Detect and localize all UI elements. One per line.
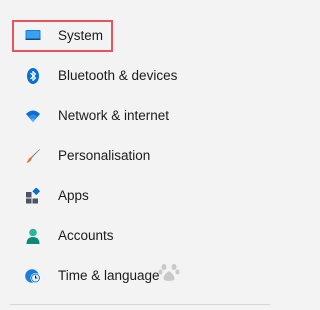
nav-item-label: System (58, 28, 104, 43)
divider (10, 304, 270, 305)
person-icon (26, 228, 40, 244)
nav-item-label: Personalisation (58, 148, 151, 163)
nav-item-label: Apps (58, 188, 89, 203)
nav-item-label: Accounts (58, 228, 114, 243)
brush-icon (26, 149, 40, 163)
clock-globe-icon (25, 269, 41, 283)
nav-item-label: Bluetooth & devices (58, 68, 178, 83)
bluetooth-icon (27, 68, 39, 84)
nav-item-time-language[interactable]: Time & language (0, 256, 280, 296)
nav-item-label: Time & language (58, 268, 160, 283)
nav-item-system[interactable]: System (0, 16, 280, 56)
nav-item-personalisation[interactable]: Personalisation (0, 136, 280, 176)
nav-item-label: Network & internet (58, 108, 170, 123)
nav-item-apps[interactable]: Apps (0, 176, 280, 216)
nav-item-accounts[interactable]: Accounts (0, 216, 280, 256)
settings-sidebar: System Bluetooth & devices Network & int… (0, 0, 280, 310)
wifi-icon (26, 110, 40, 122)
nav-item-network[interactable]: Network & internet (0, 96, 280, 136)
nav-list: System Bluetooth & devices Network & int… (0, 16, 280, 296)
apps-icon (26, 188, 41, 204)
display-icon (25, 30, 41, 40)
nav-item-bluetooth[interactable]: Bluetooth & devices (0, 56, 280, 96)
